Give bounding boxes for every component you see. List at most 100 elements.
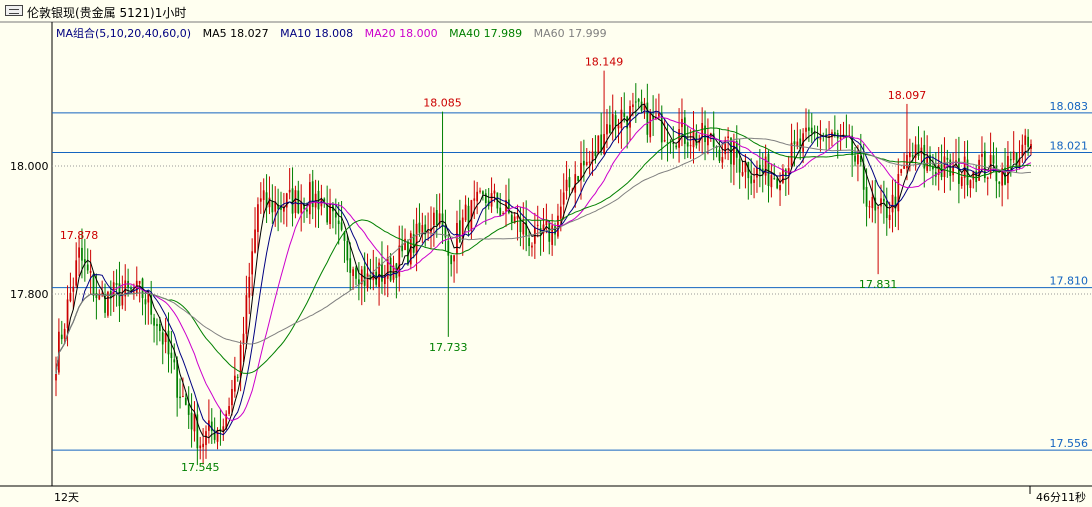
legend-ma60: MA60 17.999 bbox=[533, 27, 607, 40]
ref-line-label-3: 17.556 bbox=[1050, 437, 1089, 450]
candle-body bbox=[632, 104, 634, 108]
candle-body bbox=[683, 117, 686, 144]
candle-body bbox=[262, 190, 265, 201]
candle-body bbox=[516, 216, 519, 219]
candle-body bbox=[248, 276, 251, 298]
chart-window: 18.000 17.800 18.083 18.021 17.810 17.556 17.8… bbox=[0, 0, 1092, 507]
chart-title: 伦敦银现(贵金属 5121)1小时 bbox=[27, 6, 187, 20]
candle-body bbox=[479, 190, 481, 192]
candle-body bbox=[969, 180, 972, 188]
candle-body bbox=[182, 396, 184, 398]
candle-body bbox=[1007, 156, 1009, 184]
candle-body bbox=[663, 140, 666, 142]
candle-body bbox=[86, 264, 89, 271]
candle-body bbox=[81, 247, 83, 261]
candle-body bbox=[66, 299, 69, 329]
candle-body bbox=[1027, 136, 1029, 147]
candle-body bbox=[868, 206, 871, 208]
candle-body bbox=[574, 174, 577, 193]
candle-body bbox=[193, 413, 196, 432]
candle-body bbox=[326, 204, 329, 223]
candle-body bbox=[308, 182, 311, 215]
price-chart[interactable]: 18.000 17.800 18.083 18.021 17.810 17.556 17.8… bbox=[0, 0, 1092, 507]
candle-body bbox=[554, 226, 556, 235]
candle-body bbox=[259, 198, 262, 202]
candle-body bbox=[156, 323, 158, 327]
candle-body bbox=[854, 155, 856, 162]
candle-body bbox=[672, 142, 675, 145]
candle-body bbox=[418, 222, 421, 233]
candle-body bbox=[983, 151, 986, 179]
legend-ma10: MA10 18.008 bbox=[280, 27, 354, 40]
legend-ma40: MA40 17.989 bbox=[449, 27, 523, 40]
candle-body bbox=[355, 267, 357, 279]
candle-body bbox=[790, 142, 793, 166]
candle-body bbox=[294, 190, 297, 213]
candle-body bbox=[490, 193, 493, 207]
candle-body bbox=[539, 228, 542, 235]
candle-body bbox=[470, 200, 473, 231]
candle-body bbox=[891, 194, 894, 213]
candle-body bbox=[718, 149, 721, 161]
candle-body bbox=[808, 127, 810, 131]
ref-line-label-0: 18.083 bbox=[1050, 100, 1089, 113]
candle-body bbox=[366, 273, 369, 288]
candle-body bbox=[337, 220, 340, 225]
candle-body bbox=[880, 198, 882, 207]
candle-body bbox=[793, 141, 796, 145]
ma60-line bbox=[55, 137, 1032, 375]
candle-body bbox=[340, 222, 343, 230]
candle-body bbox=[441, 213, 444, 227]
candle-body bbox=[559, 206, 562, 219]
candle-body bbox=[900, 169, 903, 173]
candle-body bbox=[447, 240, 450, 256]
candle-body bbox=[158, 324, 161, 332]
candle-body bbox=[738, 158, 741, 173]
candle-body bbox=[236, 376, 239, 378]
extreme-label-1: 17.545 bbox=[181, 461, 220, 474]
candle-body bbox=[476, 191, 479, 202]
candle-body bbox=[190, 412, 193, 430]
candle-body bbox=[381, 263, 383, 282]
candle-body bbox=[649, 112, 652, 138]
candle-body bbox=[594, 151, 597, 157]
candle-body bbox=[767, 153, 770, 186]
candle-body bbox=[346, 240, 349, 261]
candle-body bbox=[63, 328, 66, 339]
candle-body bbox=[147, 293, 150, 303]
candle-body bbox=[75, 260, 78, 286]
candle-body bbox=[528, 237, 530, 247]
candle-body bbox=[588, 161, 591, 163]
candle-body bbox=[888, 214, 891, 220]
candle-body bbox=[787, 168, 790, 174]
candle-body bbox=[450, 255, 453, 265]
candle-body bbox=[623, 112, 626, 118]
candle-body bbox=[306, 209, 308, 212]
candle-body bbox=[231, 388, 233, 406]
candle-body bbox=[484, 193, 487, 203]
candle-body bbox=[611, 114, 614, 131]
candle-body bbox=[943, 156, 946, 178]
candle-body bbox=[352, 269, 354, 277]
candle-body bbox=[164, 333, 167, 343]
legend-group-label[interactable]: MA组合(5,10,20,40,60,0) bbox=[56, 27, 191, 40]
candle-body bbox=[115, 283, 118, 286]
candle-body bbox=[770, 175, 773, 188]
candle-body bbox=[473, 198, 476, 201]
candle-body bbox=[228, 406, 230, 414]
candle-body bbox=[773, 178, 776, 180]
candle-body bbox=[493, 190, 496, 194]
candle-body bbox=[986, 177, 989, 179]
window-icon[interactable] bbox=[5, 5, 23, 16]
candle-body bbox=[911, 155, 914, 157]
candle-body bbox=[179, 396, 181, 399]
candle-body bbox=[89, 271, 92, 273]
candle-body bbox=[453, 255, 455, 262]
candle-body bbox=[435, 210, 438, 226]
candle-body bbox=[288, 189, 291, 193]
ma-legend: MA组合(5,10,20,40,60,0) MA5 18.027 MA10 18… bbox=[56, 25, 615, 41]
candle-body bbox=[981, 154, 983, 157]
candle-body bbox=[184, 397, 187, 405]
candle-body bbox=[161, 332, 164, 345]
candle-body bbox=[1012, 151, 1015, 160]
